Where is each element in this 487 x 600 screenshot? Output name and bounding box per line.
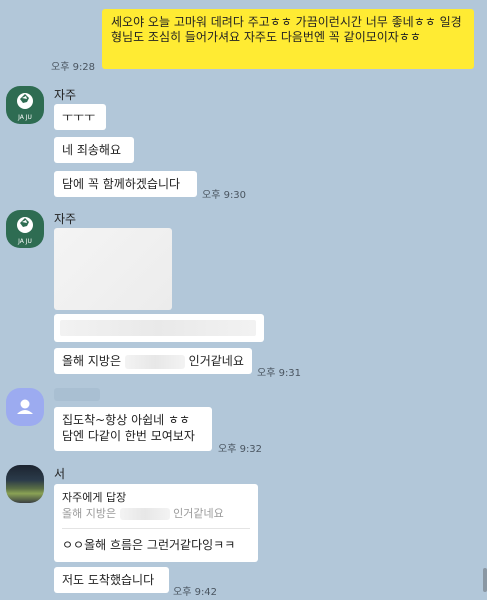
reply-quote: 올해 지방은 인거같네요 <box>62 506 250 529</box>
reply-text: ㅇㅇ올해 흐름은 그런거같다잉ㅋㅋ <box>62 538 236 552</box>
avatar-default[interactable] <box>6 388 44 426</box>
reply-message-bubble[interactable]: 자주에게 답장 올해 지방은 인거같네요 ㅇㅇ올해 흐름은 그런거같다잉ㅋㅋ <box>54 484 258 562</box>
message-text: 저도 도착했습니다 <box>62 573 155 587</box>
message-bubble[interactable]: 네 죄송해요 <box>54 137 134 163</box>
message-time: 오후 9:32 <box>218 444 263 455</box>
my-message-text: 세오야 오늘 고마워 데려다 주고ㅎㅎ 가끔이런시간 너무 좋네ㅎㅎ 일경형님도… <box>111 15 462 44</box>
person-icon <box>17 399 33 414</box>
avatar-jaju[interactable]: JA JU <box>6 86 44 124</box>
message-text: 인거같네요 <box>188 354 244 368</box>
message-time: 오후 9:30 <box>202 190 247 201</box>
message-bubble[interactable]: 저도 도착했습니다 <box>54 567 169 593</box>
message-bubble[interactable]: ㅜㅜㅜ <box>54 104 106 130</box>
jaju-logo-icon: JA JU <box>17 217 33 245</box>
svg-text:JA JU: JA JU <box>17 114 32 121</box>
message-bubble[interactable]: 담에 꼭 함께하겠습니다 <box>54 171 197 197</box>
my-message-bubble[interactable]: 세오야 오늘 고마워 데려다 주고ㅎㅎ 가끔이런시간 너무 좋네ㅎㅎ 일경형님도… <box>102 9 474 69</box>
blurred-link-message[interactable] <box>54 314 264 342</box>
blurred-text <box>119 508 170 520</box>
avatar-jaju[interactable]: JA JU <box>6 210 44 248</box>
message-bubble[interactable]: 올해 지방은 인거같네요 <box>54 348 252 374</box>
message-bubble[interactable]: 집도착~항상 아쉽네 ㅎㅎ 담엔 다같이 한번 모여보자 <box>54 407 212 451</box>
message-text: 담엔 다같이 한번 모여보자 <box>62 429 195 443</box>
reply-header: 자주에게 답장 <box>62 491 127 504</box>
jaju-logo-icon: JA JU <box>17 93 33 121</box>
message-time: 오후 9:28 <box>51 62 96 73</box>
message-text: 네 죄송해요 <box>62 143 122 157</box>
avatar-seo[interactable] <box>6 465 44 503</box>
chat-area[interactable]: 세오야 오늘 고마워 데려다 주고ㅎㅎ 가끔이런시간 너무 좋네ㅎㅎ 일경형님도… <box>0 0 487 600</box>
message-text: ㅜㅜㅜ <box>62 110 96 124</box>
scrollbar-thumb[interactable] <box>483 568 487 592</box>
message-time: 오후 9:42 <box>173 587 218 598</box>
reply-quote-text: 인거같네요 <box>173 507 224 520</box>
sender-name: 서 <box>54 467 66 481</box>
reply-quote-text: 올해 지방은 <box>62 507 117 520</box>
svg-text:JA JU: JA JU <box>17 238 32 245</box>
blurred-text <box>60 320 256 336</box>
blurred-text <box>124 354 185 369</box>
blurred-sender-name <box>54 388 100 401</box>
blurred-image-message[interactable] <box>54 228 172 310</box>
sender-name: 자주 <box>54 212 77 226</box>
sender-name: 자주 <box>54 88 77 102</box>
message-text: 집도착~항상 아쉽네 ㅎㅎ <box>62 413 191 427</box>
message-text: 올해 지방은 <box>62 354 122 368</box>
message-time: 오후 9:31 <box>257 368 302 379</box>
message-text: 담에 꼭 함께하겠습니다 <box>62 177 181 191</box>
